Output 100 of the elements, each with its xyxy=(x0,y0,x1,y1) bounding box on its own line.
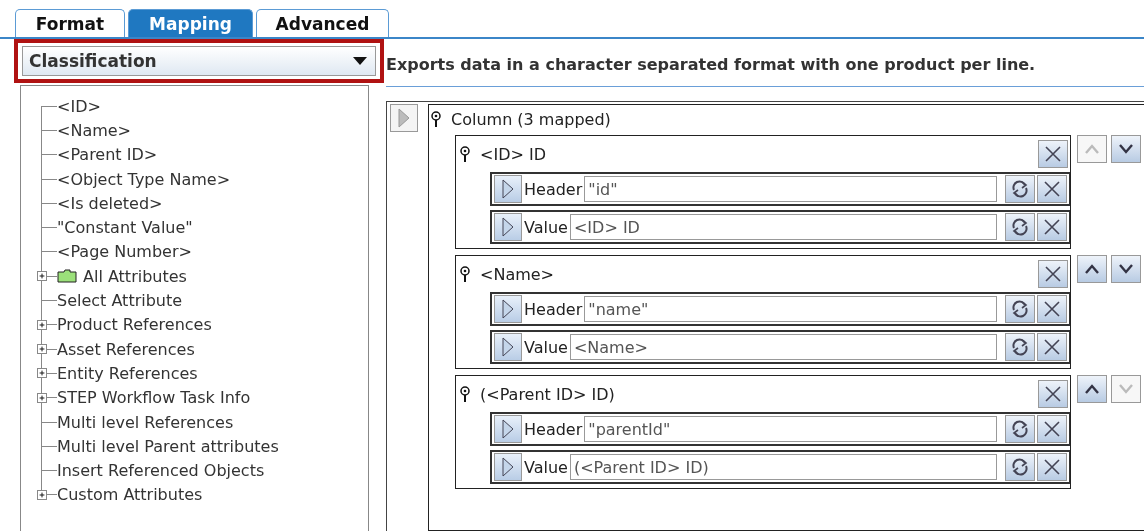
expand-button[interactable] xyxy=(494,213,522,241)
field-label: Header xyxy=(524,179,583,199)
play-icon xyxy=(502,419,514,439)
tree-item[interactable]: Select Attribute xyxy=(57,291,183,310)
dropdown-value: Classification xyxy=(29,51,157,71)
play-icon xyxy=(502,337,514,357)
remove-button[interactable] xyxy=(1037,453,1067,481)
field-label: Value xyxy=(524,337,568,357)
pin-icon xyxy=(460,386,470,402)
input-field[interactable]: (<Parent ID> ID) xyxy=(569,454,997,480)
refresh-button[interactable] xyxy=(1005,295,1035,323)
mapping-title: <Name> xyxy=(480,264,554,284)
chevron-down-icon xyxy=(1118,263,1134,275)
close-icon xyxy=(1042,217,1062,237)
close-icon xyxy=(1043,144,1063,164)
remove-button[interactable] xyxy=(1038,140,1068,168)
refresh-icon xyxy=(1010,337,1030,357)
expand-icon[interactable] xyxy=(37,319,47,330)
close-icon xyxy=(1043,264,1063,284)
refresh-icon xyxy=(1010,457,1030,477)
refresh-icon xyxy=(1010,419,1030,439)
remove-button[interactable] xyxy=(1037,333,1067,361)
remove-button[interactable] xyxy=(1037,175,1067,203)
tree-item[interactable]: Insert Referenced Objects xyxy=(57,461,265,481)
expand-button[interactable] xyxy=(494,333,522,361)
tree-item[interactable]: <Name> xyxy=(57,120,131,140)
pin-icon xyxy=(460,146,470,162)
play-icon xyxy=(502,179,514,199)
expand-icon[interactable] xyxy=(37,271,47,282)
refresh-button[interactable] xyxy=(1005,333,1035,361)
play-icon xyxy=(502,217,514,237)
chevron-up-icon xyxy=(1084,383,1100,395)
tree-item[interactable]: <Object Type Name> xyxy=(57,169,231,189)
expand-icon[interactable] xyxy=(37,392,47,403)
field-label: Value xyxy=(524,457,568,477)
expand-button[interactable] xyxy=(390,104,418,132)
remove-button[interactable] xyxy=(1037,295,1067,323)
refresh-button[interactable] xyxy=(1005,175,1035,203)
move-up-button[interactable] xyxy=(1077,375,1107,403)
folder-icon xyxy=(57,269,77,284)
expand-icon[interactable] xyxy=(37,343,47,354)
input-field[interactable]: "parentId" xyxy=(584,416,997,442)
refresh-button[interactable] xyxy=(1005,213,1035,241)
expand-button[interactable] xyxy=(494,453,522,481)
tree-item[interactable]: Custom Attributes xyxy=(57,485,203,505)
refresh-button[interactable] xyxy=(1005,453,1035,481)
field-label: Value xyxy=(524,217,568,237)
move-down-button[interactable] xyxy=(1111,135,1141,163)
input-field[interactable]: <ID> ID xyxy=(569,214,997,240)
tab[interactable]: Advanced xyxy=(256,9,389,37)
pin-icon xyxy=(431,111,441,127)
input-field[interactable]: "id" xyxy=(584,176,997,202)
close-icon xyxy=(1042,419,1062,439)
tree-item[interactable]: All Attributes xyxy=(83,266,187,286)
field-label: Header xyxy=(524,299,583,319)
expand-button[interactable] xyxy=(494,295,522,323)
tree-item[interactable]: Asset References xyxy=(57,339,195,359)
move-down-button[interactable] xyxy=(1111,255,1141,283)
tree-item[interactable]: Multi level Parent attributes xyxy=(57,436,279,456)
close-icon xyxy=(1042,179,1062,199)
tree-item[interactable]: <Parent ID> xyxy=(57,145,158,165)
tree-item[interactable]: Entity References xyxy=(57,363,198,383)
refresh-icon xyxy=(1010,217,1030,237)
mapping-title: (<Parent ID> ID) xyxy=(480,384,615,404)
remove-button[interactable] xyxy=(1037,213,1067,241)
description-text: Exports data in a character separated format with one product per line. xyxy=(386,55,1144,87)
mapping-title: <ID> ID xyxy=(480,144,546,164)
classification-dropdown[interactable]: Classification xyxy=(22,46,376,76)
expand-button[interactable] xyxy=(494,175,522,203)
expand-icon[interactable] xyxy=(37,489,47,500)
close-icon xyxy=(1042,457,1062,477)
play-icon xyxy=(502,299,514,319)
field-label: Header xyxy=(524,419,583,439)
column-title: Column (3 mapped) xyxy=(451,109,611,129)
tree-item[interactable]: "Constant Value" xyxy=(57,218,193,238)
tree-item[interactable]: <Is deleted> xyxy=(57,193,163,213)
tab[interactable]: Format xyxy=(15,9,125,37)
input-field[interactable]: <Name> xyxy=(569,334,997,360)
input-field[interactable]: "name" xyxy=(584,296,997,322)
chevron-up-icon xyxy=(1084,143,1100,155)
caret-icon xyxy=(353,57,367,65)
tab[interactable]: Mapping xyxy=(128,9,253,37)
expand-icon[interactable] xyxy=(37,368,47,379)
tree-item[interactable]: STEP Workflow Task Info xyxy=(57,388,251,408)
refresh-button[interactable] xyxy=(1005,415,1035,443)
tree-item[interactable]: <ID> xyxy=(57,96,101,116)
close-icon xyxy=(1042,337,1062,357)
remove-button[interactable] xyxy=(1038,380,1068,408)
close-icon xyxy=(1043,384,1063,404)
play-icon xyxy=(502,457,514,477)
close-icon xyxy=(1042,299,1062,319)
tree-item[interactable]: Multi level References xyxy=(57,412,234,432)
tree-item[interactable]: <Page Number> xyxy=(57,242,192,262)
move-up-button[interactable] xyxy=(1077,255,1107,283)
refresh-icon xyxy=(1010,299,1030,319)
remove-button[interactable] xyxy=(1038,260,1068,288)
tree-item[interactable]: Product References xyxy=(57,315,212,335)
remove-button[interactable] xyxy=(1037,415,1067,443)
expand-button[interactable] xyxy=(494,415,522,443)
chevron-down-icon xyxy=(1118,383,1134,395)
